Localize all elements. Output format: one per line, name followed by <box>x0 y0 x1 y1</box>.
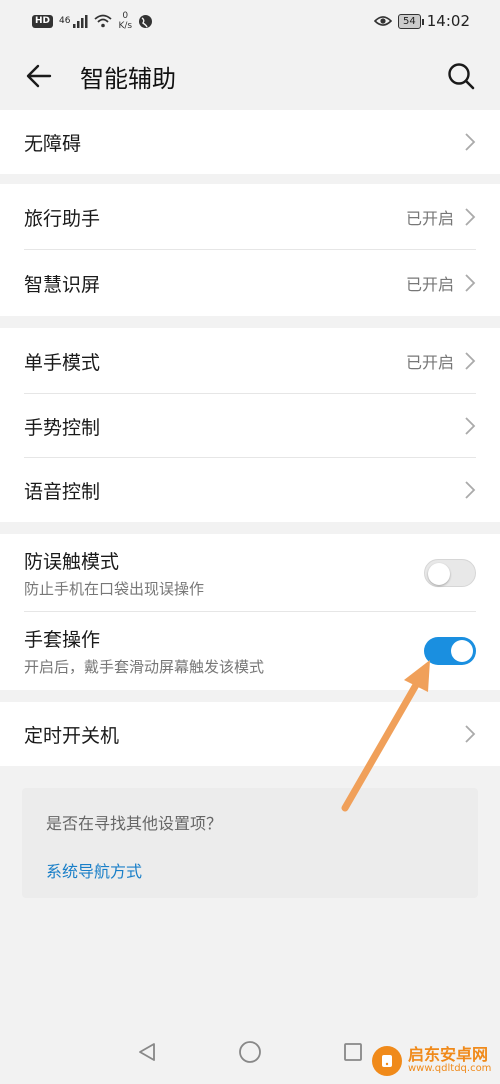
hd-icon: HD <box>32 14 54 28</box>
row-label: 智慧识屏 <box>24 273 101 296</box>
navigation-method-link[interactable]: 系统导航方式 <box>46 858 454 882</box>
row-gesture-control[interactable]: 手势控制 <box>0 394 500 458</box>
status-bar: HD 46 0 K/s 54 14:02 <box>0 0 500 42</box>
row-label: 手套操作 <box>24 629 101 651</box>
watermark-url: www.qdltdq.com <box>408 1063 492 1075</box>
eye-icon <box>374 16 393 26</box>
row-glove-mode[interactable]: 手套操作 开启后，戴手套滑动屏幕触发该模式 <box>0 612 500 690</box>
row-label: 定时开关机 <box>24 724 120 747</box>
row-label: 旅行助手 <box>24 207 101 230</box>
chevron-right-icon <box>465 352 476 370</box>
net-speed: 0 K/s <box>118 11 133 31</box>
app-header: 智能辅助 <box>0 42 500 110</box>
watermark-name: 启东安卓网 <box>408 1045 489 1065</box>
accidental-touch-toggle[interactable] <box>424 559 476 587</box>
suggestion-card: 是否在寻找其他设置项？ 系统导航方式 <box>22 788 478 898</box>
row-travel-assistant[interactable]: 旅行助手 已开启 <box>0 184 500 250</box>
row-status: 已开启 <box>405 353 454 372</box>
group-assistants: 旅行助手 已开启 智慧识屏 已开启 <box>0 184 500 316</box>
chevron-right-icon <box>465 208 476 226</box>
row-one-hand-mode[interactable]: 单手模式 已开启 <box>0 328 500 394</box>
wifi-icon <box>94 14 113 28</box>
glove-mode-toggle[interactable] <box>424 637 476 665</box>
row-accidental-touch[interactable]: 防误触模式 防止手机在口袋出现误操作 <box>0 534 500 612</box>
signal-icon <box>73 15 88 28</box>
row-label: 无障碍 <box>24 132 82 155</box>
back-arrow-icon[interactable] <box>24 61 54 91</box>
globe-icon <box>139 14 153 28</box>
row-label: 语音控制 <box>24 480 101 503</box>
recents-square-icon[interactable] <box>342 1041 364 1063</box>
row-smart-screen[interactable]: 智慧识屏 已开启 <box>0 250 500 316</box>
row-label: 手势控制 <box>24 416 101 439</box>
chevron-right-icon <box>465 133 476 151</box>
row-label: 单手模式 <box>24 351 101 374</box>
home-circle-icon[interactable] <box>238 1040 262 1064</box>
row-description: 开启后，戴手套滑动屏幕触发该模式 <box>24 658 265 676</box>
suggestion-question: 是否在寻找其他设置项？ <box>46 814 223 833</box>
group-accessibility: 无障碍 <box>0 110 500 174</box>
group-touch-modes: 防误触模式 防止手机在口袋出现误操作 手套操作 开启后，戴手套滑动屏幕触发该模式 <box>0 534 500 690</box>
watermark: 启东安卓网 www.qdltdq.com <box>372 1046 491 1076</box>
group-scheduled-power: 定时开关机 <box>0 702 500 766</box>
row-voice-control[interactable]: 语音控制 <box>0 458 500 522</box>
row-status: 已开启 <box>405 209 454 228</box>
chevron-right-icon <box>465 417 476 435</box>
battery-icon: 54 <box>398 13 424 29</box>
row-description: 防止手机在口袋出现误操作 <box>24 580 205 598</box>
watermark-logo-icon <box>372 1046 402 1076</box>
page-title: 智能辅助 <box>80 64 176 93</box>
chevron-right-icon <box>465 725 476 743</box>
back-triangle-icon[interactable] <box>136 1041 158 1063</box>
chevron-right-icon <box>465 481 476 499</box>
search-icon[interactable] <box>446 61 476 91</box>
chevron-right-icon <box>465 274 476 292</box>
row-scheduled-power[interactable]: 定时开关机 <box>0 702 500 766</box>
group-controls: 单手模式 已开启 手势控制 语音控制 <box>0 328 500 522</box>
row-status: 已开启 <box>405 275 454 294</box>
row-label: 防误触模式 <box>24 551 120 573</box>
clock: 14:02 <box>426 12 470 30</box>
row-accessibility[interactable]: 无障碍 <box>0 110 500 174</box>
signal-type: 46 <box>59 16 71 26</box>
